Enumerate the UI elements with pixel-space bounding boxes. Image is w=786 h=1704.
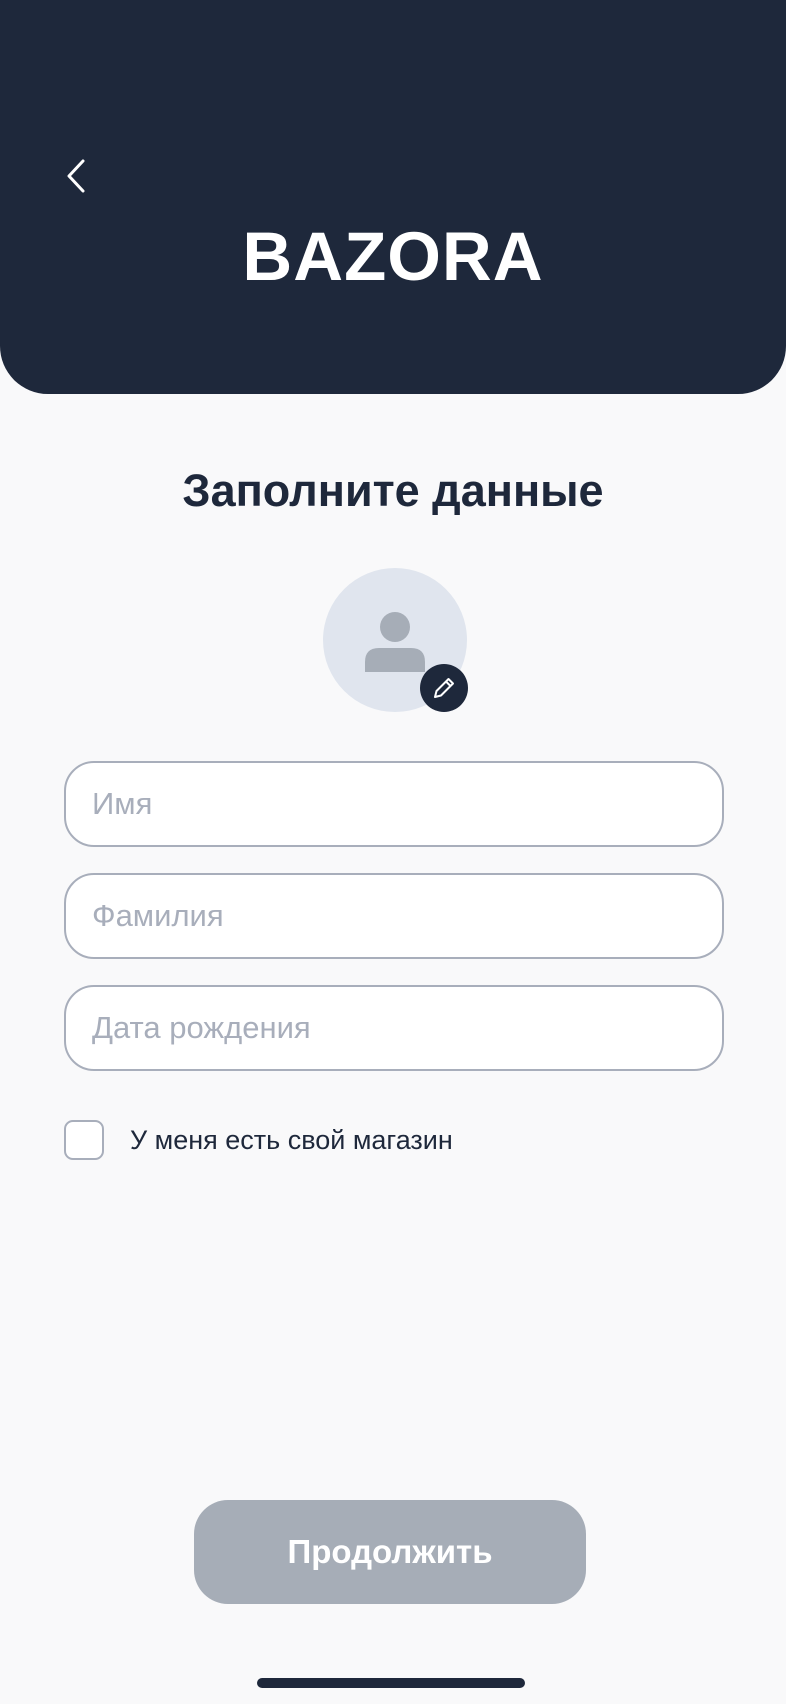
chevron-left-icon (67, 159, 85, 193)
pencil-icon (434, 678, 454, 698)
own-store-label: У меня есть свой магазин (130, 1124, 453, 1155)
own-store-option[interactable]: У меня есть свой магазин (64, 1120, 453, 1160)
header: BAZORA (0, 0, 786, 394)
own-store-checkbox[interactable] (64, 1120, 104, 1160)
birth-date-field[interactable] (64, 985, 724, 1071)
back-button[interactable] (52, 148, 100, 204)
edit-avatar-button[interactable] (420, 664, 468, 712)
first-name-field[interactable] (64, 761, 724, 847)
last-name-field[interactable] (64, 873, 724, 959)
page-title: Заполните данные (182, 465, 604, 516)
home-indicator (257, 1678, 525, 1688)
brand-logo: BAZORA (242, 218, 544, 295)
continue-button[interactable]: Продолжить (194, 1500, 586, 1604)
avatar[interactable] (323, 568, 468, 712)
user-icon (365, 612, 425, 672)
